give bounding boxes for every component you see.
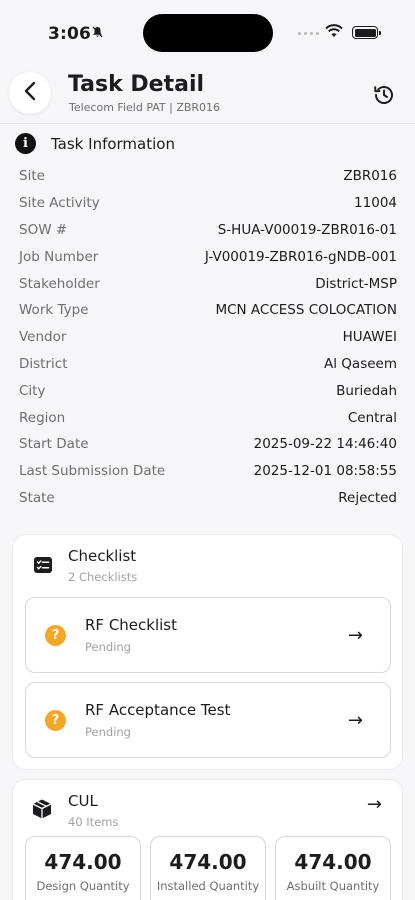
quantity-label: Design Quantity [36,879,130,893]
info-value: Buriedah [336,382,397,399]
arrow-right-icon: → [347,710,363,731]
design-quantity-box: 474.00 Design Quantity [25,836,141,900]
info-label: Work Type [19,302,89,319]
info-row-site-activity: Site Activity 11004 [19,190,397,217]
quantity-value: 474.00 [169,850,247,874]
app-header: Task Detail Telecom Field PAT | ZBR016 [0,62,415,124]
back-button[interactable] [9,72,51,114]
info-row-site: Site ZBR016 [19,163,397,190]
checklist-count: 2 Checklists [68,570,138,584]
checklist-item-name: RF Checklist [85,616,177,634]
checklist-card: Checklist 2 Checklists ? RF Checklist Pe… [12,534,403,770]
info-icon: i [15,133,36,154]
info-label: District [19,355,68,372]
info-value: 2025-12-01 08:58:55 [253,463,397,480]
battery-icon [352,26,381,39]
info-label: Stakeholder [19,275,100,292]
status-time: 3:06 [48,24,92,44]
info-row-district: District Al Qaseem [19,351,397,378]
quantity-value: 474.00 [294,850,372,874]
info-row-last-submission-date: Last Submission Date 2025-12-01 08:58:55 [19,458,397,485]
info-label: City [19,382,46,399]
package-icon [31,798,53,820]
chevron-left-icon [23,81,37,105]
info-value: MCN ACCESS COLOCATION [215,302,397,319]
quantity-label: Asbuilt Quantity [286,879,380,893]
info-value: Rejected [338,489,397,506]
info-value: Al Qaseem [324,355,397,372]
cellular-signal-icon [298,32,319,35]
quantity-value: 474.00 [44,850,122,874]
task-info-header: i Task Information [15,133,175,154]
info-label: Site Activity [19,195,100,212]
checklist-item-status: Pending [85,640,131,654]
checklist-title: Checklist [68,547,137,565]
wifi-icon [325,23,343,42]
info-value: 11004 [354,195,397,212]
info-row-start-date: Start Date 2025-09-22 14:46:40 [19,431,397,458]
dynamic-island [143,14,273,52]
task-info-title: Task Information [51,134,175,153]
installed-quantity-box: 474.00 Installed Quantity [150,836,266,900]
info-value: ZBR016 [343,168,397,185]
info-label: Vendor [19,329,67,346]
info-label: Site [19,168,45,185]
info-value: HUAWEI [342,329,397,346]
cul-count: 40 Items [68,815,119,829]
info-row-city: City Buriedah [19,377,397,404]
history-icon [371,86,397,112]
info-value: Central [347,409,397,426]
info-row-state: State Rejected [19,485,397,512]
checklist-item-status: Pending [85,725,131,739]
arrow-right-icon[interactable]: → [367,794,382,815]
pending-question-icon: ? [45,710,66,731]
cul-title: CUL [68,792,98,810]
status-bar: 3:06 [0,0,415,62]
checklist-item-name: RF Acceptance Test [85,701,231,719]
info-row-job-number: Job Number J-V00019-ZBR016-gNDB-001 [19,243,397,270]
info-row-sow: SOW # S-HUA-V00019-ZBR016-01 [19,217,397,244]
info-row-stakeholder: Stakeholder District-MSP [19,270,397,297]
info-value: J-V00019-ZBR016-gNDB-001 [204,248,397,265]
pending-question-icon: ? [45,625,66,646]
checklist-icon [33,555,53,575]
page-subtitle: Telecom Field PAT | ZBR016 [69,101,221,114]
arrow-right-icon: → [347,625,363,646]
silent-bell-icon [92,26,103,41]
task-info-list: Site ZBR016 Site Activity 11004 SOW # S-HUA… [19,163,397,511]
checklist-item-rf-checklist[interactable]: ? RF Checklist Pending → [25,597,391,673]
info-label: Start Date [19,436,89,453]
checklist-item-rf-acceptance-test[interactable]: ? RF Acceptance Test Pending → [25,682,391,758]
history-button[interactable] [371,82,397,108]
info-label: State [19,489,55,506]
info-label: SOW # [19,221,68,238]
info-value: 2025-09-22 14:46:40 [253,436,397,453]
page-title: Task Detail [68,72,205,97]
info-label: Last Submission Date [19,463,166,480]
info-value: S-HUA-V00019-ZBR016-01 [217,221,397,238]
info-label: Job Number [19,248,99,265]
cul-card[interactable]: CUL 40 Items → 474.00 Design Quantity 47… [12,779,403,900]
info-row-work-type: Work Type MCN ACCESS COLOCATION [19,297,397,324]
info-label: Region [19,409,66,426]
quantity-label: Installed Quantity [156,879,260,893]
info-value: District-MSP [315,275,397,292]
info-row-vendor: Vendor HUAWEI [19,324,397,351]
asbuilt-quantity-box: 474.00 Asbuilt Quantity [275,836,391,900]
info-row-region: Region Central [19,404,397,431]
